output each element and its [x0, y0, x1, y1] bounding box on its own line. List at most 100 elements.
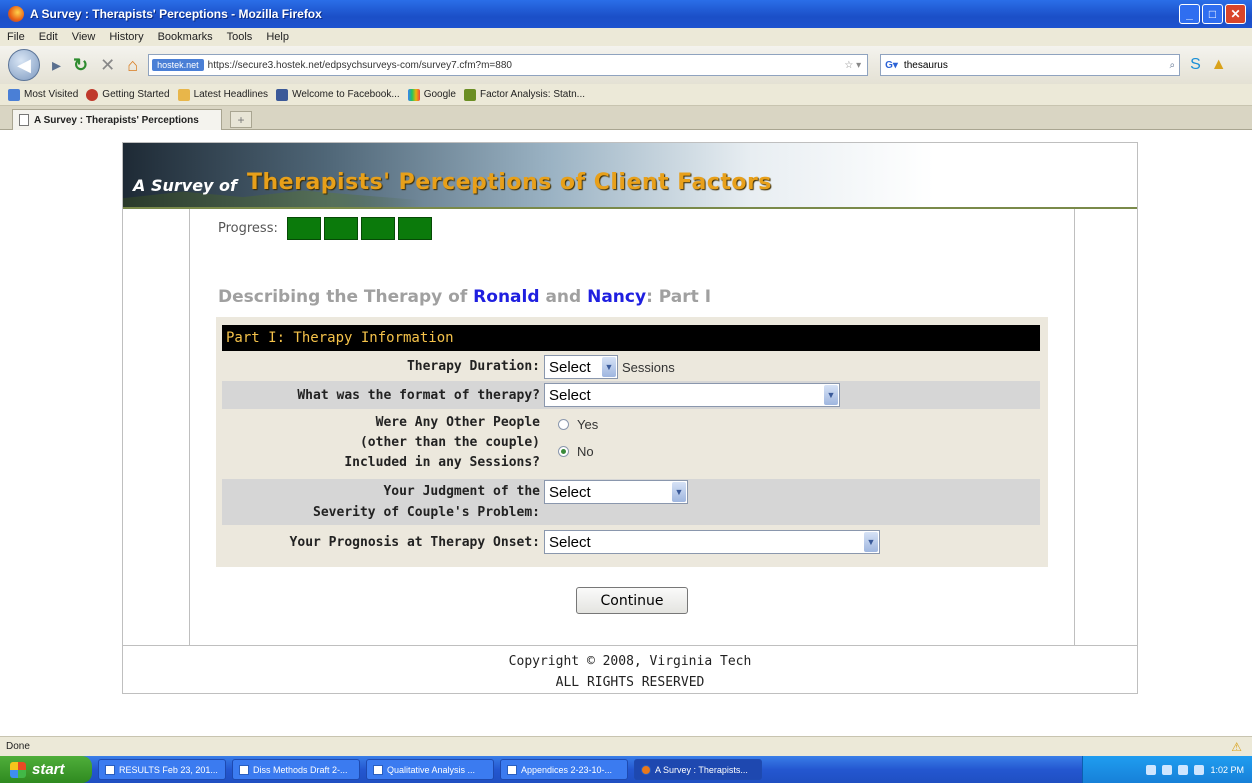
- warning-icon[interactable]: ⚠: [1231, 740, 1242, 754]
- duration-select-value: Select: [549, 358, 591, 376]
- bookmark-facebook[interactable]: Welcome to Facebook...: [276, 88, 400, 101]
- format-select-value: Select: [549, 386, 591, 404]
- addon-icon[interactable]: ▲: [1211, 56, 1227, 74]
- clock: 1:02 PM: [1210, 764, 1244, 775]
- word-document-icon: [507, 764, 517, 775]
- url-bar[interactable]: hostek.net https://secure3.hostek.net/ed…: [148, 54, 869, 76]
- chevron-down-icon: ▼: [602, 357, 616, 377]
- page-content: A Survey of Therapists' Perceptions of C…: [0, 130, 1252, 736]
- therapy-info-form: Part I: Therapy Information Therapy Dura…: [216, 317, 1048, 567]
- bookmark-most-visited[interactable]: Most Visited: [8, 88, 78, 101]
- menu-help[interactable]: Help: [266, 31, 289, 43]
- bookmarks-toolbar: Most Visited Getting Started Latest Head…: [0, 84, 1252, 106]
- radio-yes[interactable]: Yes: [558, 417, 598, 432]
- bookmark-google[interactable]: Google: [407, 88, 456, 101]
- prognosis-select-value: Select: [549, 533, 591, 551]
- severity-select[interactable]: Select ▼: [544, 480, 688, 504]
- windows-taskbar: start RESULTS Feb 23, 201... Diss Method…: [0, 756, 1252, 783]
- skype-icon[interactable]: S: [1190, 56, 1201, 74]
- other-people-radio-group: Yes No: [558, 417, 598, 475]
- bookmark-star-icon[interactable]: ☆ ▾: [844, 60, 861, 71]
- menu-bookmarks[interactable]: Bookmarks: [158, 31, 213, 43]
- rights-text: ALL RIGHTS RESERVED: [555, 675, 705, 690]
- window-title: A Survey : Therapists' Perceptions - Moz…: [30, 7, 322, 21]
- site-identity-badge[interactable]: hostek.net: [152, 59, 204, 71]
- format-select[interactable]: Select ▼: [544, 383, 840, 407]
- prognosis-select[interactable]: Select ▼: [544, 530, 880, 554]
- taskbar-item[interactable]: Qualitative Analysis ...: [366, 759, 494, 780]
- word-document-icon: [373, 764, 383, 775]
- forward-icon[interactable]: ▸: [52, 55, 61, 76]
- start-button[interactable]: start: [0, 756, 92, 783]
- continue-button[interactable]: Continue: [576, 587, 688, 614]
- page-footer: Copyright © 2008, Virginia Tech ALL RIGH…: [123, 645, 1137, 693]
- taskbar-item[interactable]: Diss Methods Draft 2-...: [232, 759, 360, 780]
- toolbar-extras: S ▲: [1190, 56, 1227, 74]
- format-label: What was the format of therapy?: [297, 387, 540, 403]
- word-document-icon: [105, 764, 115, 775]
- progress-block: [323, 217, 358, 240]
- prognosis-label: Your Prognosis at Therapy Onset:: [289, 534, 540, 550]
- bookmark-factor-analysis[interactable]: Factor Analysis: Statn...: [463, 88, 585, 101]
- radio-yes-button[interactable]: [558, 419, 569, 430]
- menu-edit[interactable]: Edit: [39, 31, 58, 43]
- format-row: What was the format of therapy? Select ▼: [222, 381, 1040, 409]
- rss-folder-icon: [177, 88, 190, 101]
- duration-label: Therapy Duration:: [406, 359, 540, 374]
- heading-prefix: Describing the Therapy of: [218, 287, 468, 307]
- most-visited-icon: [8, 88, 20, 101]
- survey-banner: A Survey of Therapists' Perceptions of C…: [123, 143, 1137, 209]
- word-document-icon: [239, 764, 249, 775]
- tray-icon[interactable]: [1162, 764, 1173, 775]
- taskbar-item[interactable]: RESULTS Feb 23, 201...: [98, 759, 226, 780]
- back-button[interactable]: ◀: [8, 49, 40, 81]
- tab-survey[interactable]: A Survey : Therapists' Perceptions: [12, 109, 222, 130]
- maximize-button[interactable]: □: [1202, 4, 1223, 24]
- severity-select-value: Select: [549, 483, 591, 501]
- chevron-down-icon: ▼: [864, 532, 878, 552]
- reload-icon[interactable]: ↻: [73, 55, 88, 76]
- duration-select[interactable]: Select ▼: [544, 355, 618, 379]
- bookmark-latest-headlines[interactable]: Latest Headlines: [177, 88, 268, 101]
- tray-icon[interactable]: [1194, 764, 1205, 775]
- home-icon[interactable]: ⌂: [127, 55, 138, 76]
- close-button[interactable]: ✕: [1225, 4, 1246, 24]
- tray-icon[interactable]: [1178, 764, 1189, 775]
- heading-name-2: Nancy: [587, 287, 647, 307]
- tab-strip: A Survey : Therapists' Perceptions +: [0, 106, 1252, 130]
- firefox-icon: [8, 6, 24, 22]
- tray-icon[interactable]: [1146, 764, 1157, 775]
- progress-indicator: Progress:: [218, 217, 432, 240]
- severity-label-line: Severity of Couple's Problem:: [313, 505, 540, 520]
- taskbar-item[interactable]: Appendices 2-23-10-...: [500, 759, 628, 780]
- search-bar[interactable]: G▾ thesaurus ⌕: [880, 54, 1181, 76]
- bookmark-getting-started[interactable]: Getting Started: [86, 88, 170, 101]
- window-controls: _ □ ✕: [1179, 4, 1246, 24]
- menu-tools[interactable]: Tools: [227, 31, 253, 43]
- stop-icon[interactable]: ✕: [100, 55, 115, 76]
- duration-row: Therapy Duration: Select ▼ Sessions: [222, 355, 1040, 379]
- menu-view[interactable]: View: [72, 31, 96, 43]
- chevron-down-icon: ▼: [824, 385, 838, 405]
- url-text[interactable]: https://secure3.hostek.net/edpsychsurvey…: [208, 60, 512, 71]
- getting-started-icon: [86, 88, 99, 101]
- search-input[interactable]: thesaurus: [904, 60, 948, 71]
- menu-history[interactable]: History: [109, 31, 143, 43]
- other-people-row: Were Any Other People (other than the co…: [222, 413, 1040, 475]
- survey-body: Progress: Describing the Therapy of Rona…: [189, 209, 1075, 645]
- radio-no-button[interactable]: [558, 446, 569, 457]
- menu-file[interactable]: File: [7, 31, 25, 43]
- other-people-label: Were Any Other People (other than the co…: [222, 413, 544, 475]
- facebook-icon: [276, 88, 289, 101]
- search-magnifier-icon[interactable]: ⌕: [1170, 60, 1176, 71]
- radio-no[interactable]: No: [558, 444, 598, 459]
- menu-bar: File Edit View History Bookmarks Tools H…: [0, 28, 1252, 46]
- minimize-button[interactable]: _: [1179, 4, 1200, 24]
- duration-unit: Sessions: [622, 359, 675, 375]
- firefox-icon: [641, 764, 651, 775]
- taskbar-item-active[interactable]: A Survey : Therapists...: [634, 759, 762, 780]
- progress-block: [360, 217, 395, 240]
- google-search-icon[interactable]: G▾: [885, 60, 898, 71]
- new-tab-button[interactable]: +: [230, 111, 252, 128]
- heading-name-1: Ronald: [473, 287, 540, 307]
